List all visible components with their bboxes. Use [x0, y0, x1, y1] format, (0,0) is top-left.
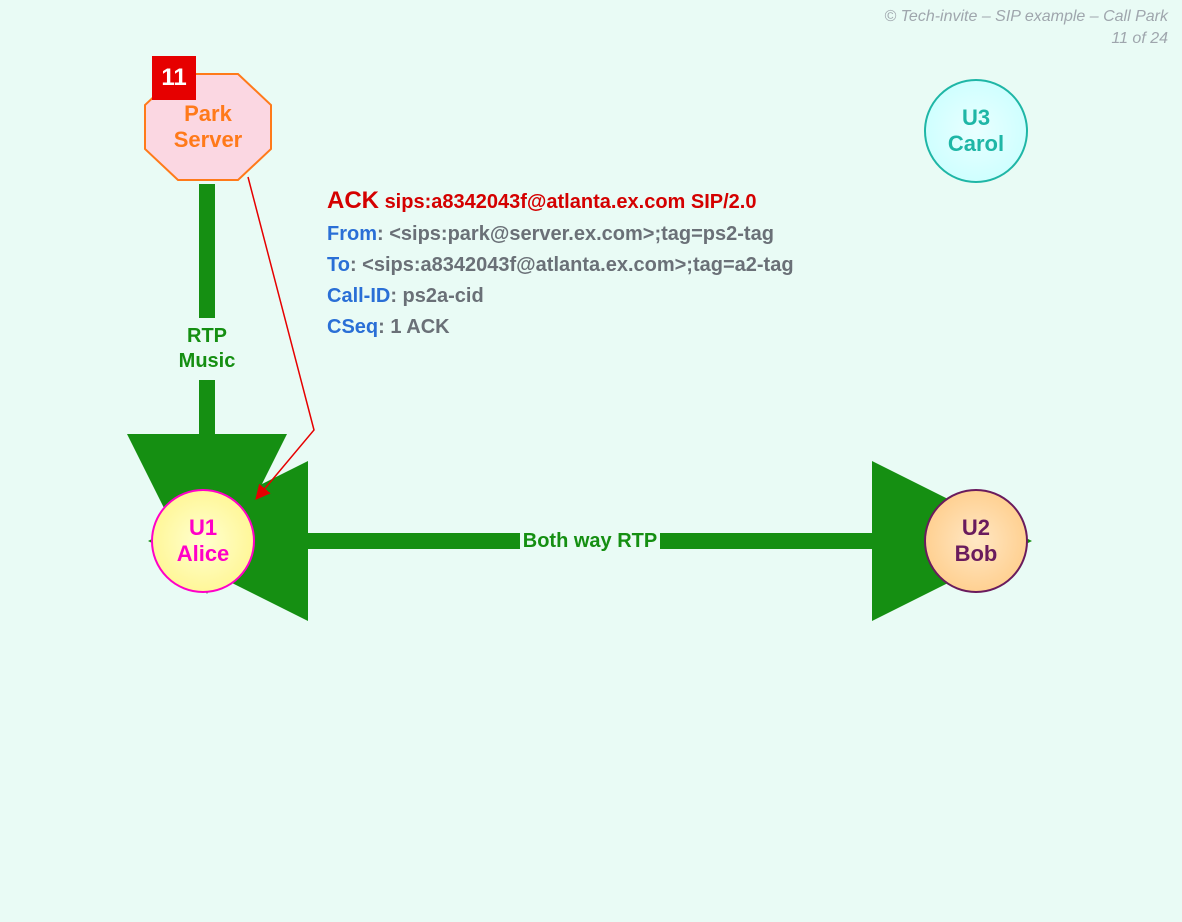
- sip-cseq-label: CSeq: [327, 316, 378, 338]
- sip-callid: Call-ID: ps2a-cid: [327, 281, 794, 312]
- u2-name: Bob: [955, 541, 998, 566]
- sip-to-label: To: [327, 254, 350, 276]
- both-way-rtp-label: Both way RTP: [460, 530, 720, 553]
- both-way-rtp-text: Both way RTP: [523, 530, 657, 552]
- park-server-line2: Server: [174, 127, 243, 152]
- ack-arrow: [248, 177, 314, 492]
- sip-method: ACK: [327, 187, 379, 214]
- rtp-label-line1: RTP: [187, 325, 227, 347]
- sip-cseq-value: : 1 ACK: [378, 316, 449, 338]
- sip-from: From: <sips:park@server.ex.com>;tag=ps2-…: [327, 219, 794, 250]
- page-counter: 11 of 24: [884, 28, 1168, 50]
- u3-code: U3: [962, 105, 990, 130]
- node-u1-alice: U1 Alice: [151, 489, 255, 593]
- sip-callid-value: : ps2a-cid: [390, 285, 483, 307]
- sip-request-uri: sips:a8342043f@atlanta.ex.com SIP/2.0: [385, 191, 757, 213]
- rtp-label-line2: Music: [179, 350, 236, 372]
- sip-callid-label: Call-ID: [327, 285, 390, 307]
- copyright-line: © Tech-invite – SIP example – Call Park: [884, 6, 1168, 28]
- node-u3-carol: U3 Carol: [924, 79, 1028, 183]
- sip-message: ACK sips:a8342043f@atlanta.ex.com SIP/2.…: [327, 182, 794, 343]
- u1-name: Alice: [177, 541, 230, 566]
- sip-request-line: ACK sips:a8342043f@atlanta.ex.com SIP/2.…: [327, 182, 794, 219]
- sip-from-label: From: [327, 223, 377, 245]
- header-copyright: © Tech-invite – SIP example – Call Park …: [884, 6, 1168, 49]
- sip-cseq: CSeq: 1 ACK: [327, 312, 794, 343]
- park-server-line1: Park: [184, 101, 232, 126]
- sip-from-value: : <sips:park@server.ex.com>;tag=ps2-tag: [377, 223, 774, 245]
- sip-to: To: <sips:a8342043f@atlanta.ex.com>;tag=…: [327, 250, 794, 281]
- u2-code: U2: [962, 515, 990, 540]
- step-number: 11: [161, 64, 186, 92]
- node-u2-bob: U2 Bob: [924, 489, 1028, 593]
- rtp-music-label: RTP Music: [172, 324, 242, 374]
- u1-code: U1: [189, 515, 217, 540]
- sip-to-value: : <sips:a8342043f@atlanta.ex.com>;tag=a2…: [350, 254, 794, 276]
- step-badge: 11: [152, 56, 196, 100]
- u3-name: Carol: [948, 131, 1004, 156]
